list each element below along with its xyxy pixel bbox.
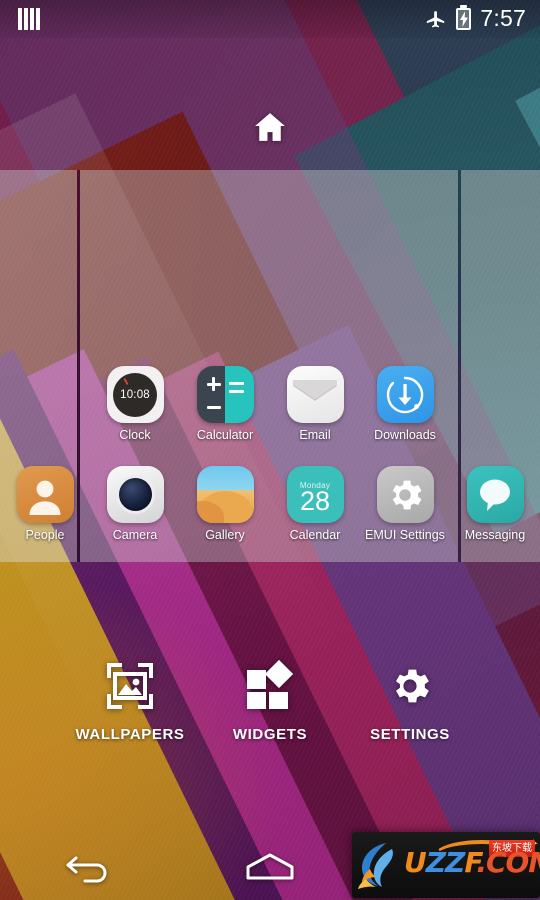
emui-settings-icon[interactable]: [376, 466, 434, 523]
people-icon[interactable]: [16, 466, 74, 523]
download-arrow-glyph: [386, 376, 424, 413]
action-settings[interactable]: SETTINGS: [340, 660, 480, 743]
status-bar-right: 7:57: [425, 5, 526, 31]
app-label-emui-settings: EMUI Settings: [365, 528, 445, 542]
uzzf-dot: .: [476, 846, 487, 879]
settings-gear-glyph: [396, 669, 429, 703]
uzzf-com: COM: [485, 846, 540, 879]
gear-glyph: [392, 480, 422, 509]
person-glyph: [29, 480, 61, 515]
app-label-downloads: Downloads: [374, 428, 436, 442]
app-label-messaging: Messaging: [464, 528, 526, 542]
calculator-icon[interactable]: [196, 366, 254, 423]
status-bar-left: [18, 8, 40, 30]
messaging-icon[interactable]: [466, 466, 524, 523]
app-label-people: People: [25, 528, 65, 542]
calendar-day: 28: [299, 486, 331, 517]
camera-icon[interactable]: [106, 466, 164, 523]
app-camera[interactable]: Camera: [90, 466, 180, 542]
wallpapers-glyph: [107, 663, 153, 709]
settings-gear-icon: [386, 660, 434, 712]
app-emui-settings[interactable]: EMUI Settings: [360, 466, 450, 542]
clock-icon[interactable]: 10:08: [106, 366, 164, 423]
app-label-email: Email: [299, 428, 331, 442]
app-gallery[interactable]: Gallery: [180, 466, 270, 542]
app-label-camera: Camera: [112, 528, 158, 542]
airplane-mode-icon: [425, 8, 447, 30]
app-label-gallery: Gallery: [205, 528, 245, 542]
app-downloads[interactable]: Downloads: [360, 366, 450, 442]
action-wallpapers[interactable]: WALLPAPERS: [60, 660, 200, 743]
downloads-icon[interactable]: [376, 366, 434, 423]
nav-home-button[interactable]: [180, 834, 360, 900]
app-clock[interactable]: 10:08 Clock: [90, 366, 180, 442]
sim-bars-icon: [18, 8, 40, 30]
action-label-widgets: WIDGETS: [232, 726, 308, 743]
uzzf-swirl-logo-icon: [358, 843, 393, 889]
status-bar[interactable]: 7:57: [0, 0, 540, 38]
home-house-icon: [255, 113, 285, 141]
uzzf-letter-u: U: [404, 846, 427, 879]
calendar-icon[interactable]: Monday 28: [286, 466, 344, 523]
app-calculator[interactable]: Calculator: [180, 366, 270, 442]
action-label-settings: SETTINGS: [370, 726, 450, 743]
nav-back-button[interactable]: [0, 834, 180, 900]
battery-charging-icon: [456, 5, 472, 30]
gallery-icon[interactable]: [196, 466, 254, 523]
app-messaging[interactable]: Messaging: [450, 466, 540, 542]
home-page-indicator[interactable]: [0, 108, 540, 146]
phone-screen: 7:57 10:08 Clock Calculator Email Downlo…: [0, 0, 540, 900]
clock-icon-time: 10:08: [120, 388, 150, 401]
app-label-clock: Clock: [119, 428, 151, 442]
email-icon[interactable]: [286, 366, 344, 423]
uzzf-wordmark: ✦ 东坡下载 UZZF.COM: [404, 832, 540, 898]
back-arrow-icon: [66, 856, 107, 883]
uzzf-watermark: ✦ 东坡下载 UZZF.COM: [352, 832, 540, 898]
home-pentagon-icon: [246, 853, 294, 880]
app-grid-row-1: 10:08 Clock Calculator Email Downloads: [0, 366, 540, 464]
widgets-icon: [247, 659, 294, 712]
app-people[interactable]: People: [0, 466, 90, 542]
wallpapers-icon: [104, 660, 156, 712]
speech-bubble-glyph: [480, 479, 510, 511]
action-widgets[interactable]: WIDGETS: [200, 659, 340, 743]
status-bar-clock: 7:57: [480, 5, 526, 31]
uzzf-domain-text: UZZF.COM: [404, 849, 540, 877]
app-grid-row-2: People Camera Gallery Monday 28 Calendar: [0, 466, 540, 564]
uzzf-letter-zz: ZZ: [425, 846, 466, 879]
app-email[interactable]: Email: [270, 366, 360, 442]
home-edit-action-bar: WALLPAPERS WIDGETS SETTINGS: [0, 659, 540, 780]
app-label-calculator: Calculator: [196, 428, 254, 442]
app-calendar[interactable]: Monday 28 Calendar: [270, 466, 360, 542]
widgets-glyph: [247, 659, 294, 709]
app-label-calendar: Calendar: [289, 528, 341, 542]
camera-lens-glyph: [118, 478, 152, 511]
envelope-glyph: [293, 379, 337, 401]
uzzf-letter-f: F: [464, 846, 477, 879]
action-label-wallpapers: WALLPAPERS: [75, 726, 185, 743]
